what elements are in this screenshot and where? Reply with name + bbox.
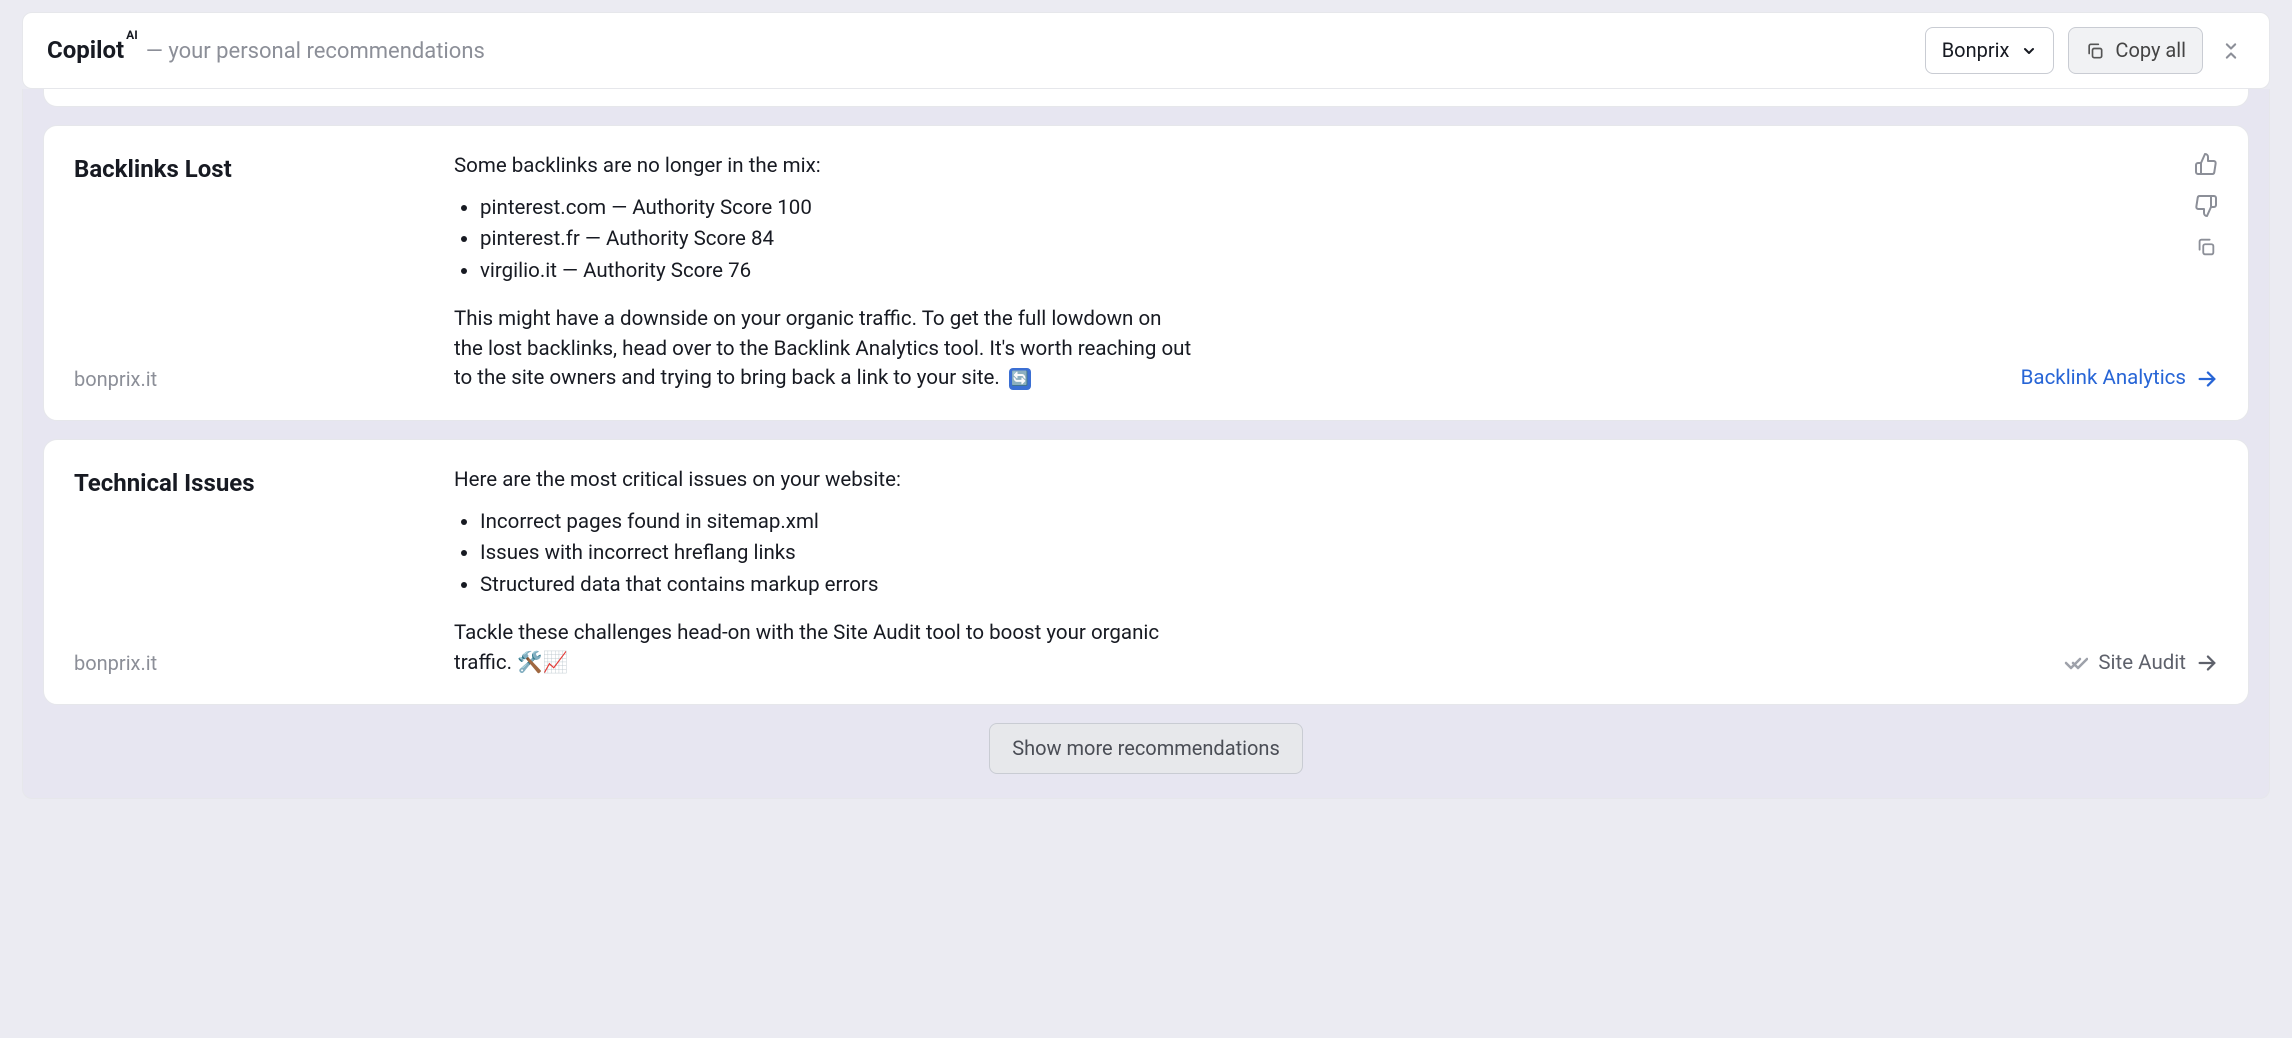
- list-item: pinterest.fr — Authority Score 84: [480, 225, 1194, 255]
- tools-emoji-icon: 🛠️📈: [517, 651, 568, 675]
- show-more-label: Show more recommendations: [1012, 736, 1280, 760]
- card-intro: Here are the most critical issues on you…: [454, 466, 1194, 496]
- previous-card-peek: [43, 89, 2249, 107]
- card-right: Backlink Analytics: [1998, 152, 2218, 394]
- show-more-button[interactable]: Show more recommendations: [989, 723, 1303, 774]
- card-domain: bonprix.it: [74, 365, 444, 394]
- link-label: Site Audit: [2098, 649, 2186, 679]
- copy-all-label: Copy all: [2115, 36, 2186, 65]
- chevron-down-icon: [2021, 43, 2037, 59]
- copy-all-button[interactable]: Copy all: [2068, 27, 2203, 74]
- list-item: virgilio.it — Authority Score 76: [480, 257, 1194, 287]
- project-dropdown[interactable]: Bonprix: [1925, 27, 2055, 74]
- copy-card-icon[interactable]: [2195, 236, 2217, 258]
- app-title: CopilotAI: [47, 33, 138, 68]
- list-item: Incorrect pages found in sitemap.xml: [480, 508, 1194, 538]
- site-audit-link[interactable]: Site Audit: [2064, 649, 2218, 679]
- card-body: Some backlinks are no longer in the mix:…: [454, 152, 1194, 394]
- card-intro: Some backlinks are no longer in the mix:: [454, 152, 1194, 182]
- thumbs-up-icon[interactable]: [2194, 152, 2218, 176]
- recommendation-card-technical: Technical Issues bonprix.it Here are the…: [43, 439, 2249, 705]
- collapse-icon: [2221, 41, 2241, 61]
- content-area: Backlinks Lost bonprix.it Some backlinks…: [22, 89, 2270, 799]
- card-outro: Tackle these challenges head-on with the…: [454, 619, 1194, 678]
- app-title-text: Copilot: [47, 33, 124, 68]
- card-title: Technical Issues: [74, 466, 444, 501]
- card-domain: bonprix.it: [74, 649, 444, 678]
- card-outro-text: This might have a downside on your organ…: [454, 307, 1191, 390]
- header-bar: CopilotAI — your personal recommendation…: [22, 12, 2270, 89]
- card-right: Site Audit: [1998, 466, 2218, 678]
- app-subtitle: — your personal recommendations: [146, 36, 485, 68]
- backlink-analytics-link[interactable]: Backlink Analytics: [2021, 364, 2218, 394]
- header-actions: Bonprix Copy all: [1925, 27, 2245, 74]
- header-title-group: CopilotAI — your personal recommendation…: [47, 33, 485, 68]
- project-dropdown-value: Bonprix: [1942, 36, 2010, 65]
- double-check-icon: [2064, 651, 2088, 675]
- ai-badge: AI: [126, 27, 138, 44]
- list-item: Issues with incorrect hreflang links: [480, 539, 1194, 569]
- recommendation-card-backlinks: Backlinks Lost bonprix.it Some backlinks…: [43, 125, 2249, 421]
- feedback-icons: [2194, 152, 2218, 258]
- arrow-right-icon: [2196, 368, 2218, 390]
- list-item: Structured data that contains markup err…: [480, 571, 1194, 601]
- arrow-right-icon: [2196, 652, 2218, 674]
- card-body: Here are the most critical issues on you…: [454, 466, 1194, 678]
- card-title: Backlinks Lost: [74, 152, 444, 187]
- card-left: Technical Issues bonprix.it: [74, 466, 444, 678]
- link-label: Backlink Analytics: [2021, 364, 2186, 394]
- copy-icon: [2085, 41, 2105, 61]
- card-list: Incorrect pages found in sitemap.xml Iss…: [454, 508, 1194, 601]
- refresh-emoji-icon: 🔄: [1009, 368, 1031, 390]
- thumbs-down-icon[interactable]: [2194, 194, 2218, 218]
- card-outro: This might have a downside on your organ…: [454, 305, 1194, 394]
- card-list: pinterest.com — Authority Score 100 pint…: [454, 194, 1194, 287]
- close-button[interactable]: [2217, 37, 2245, 65]
- subtitle-text: your personal recommendations: [168, 39, 485, 64]
- list-item: pinterest.com — Authority Score 100: [480, 194, 1194, 224]
- subtitle-dash: —: [146, 39, 169, 64]
- card-left: Backlinks Lost bonprix.it: [74, 152, 444, 394]
- show-more-wrap: Show more recommendations: [43, 723, 2249, 774]
